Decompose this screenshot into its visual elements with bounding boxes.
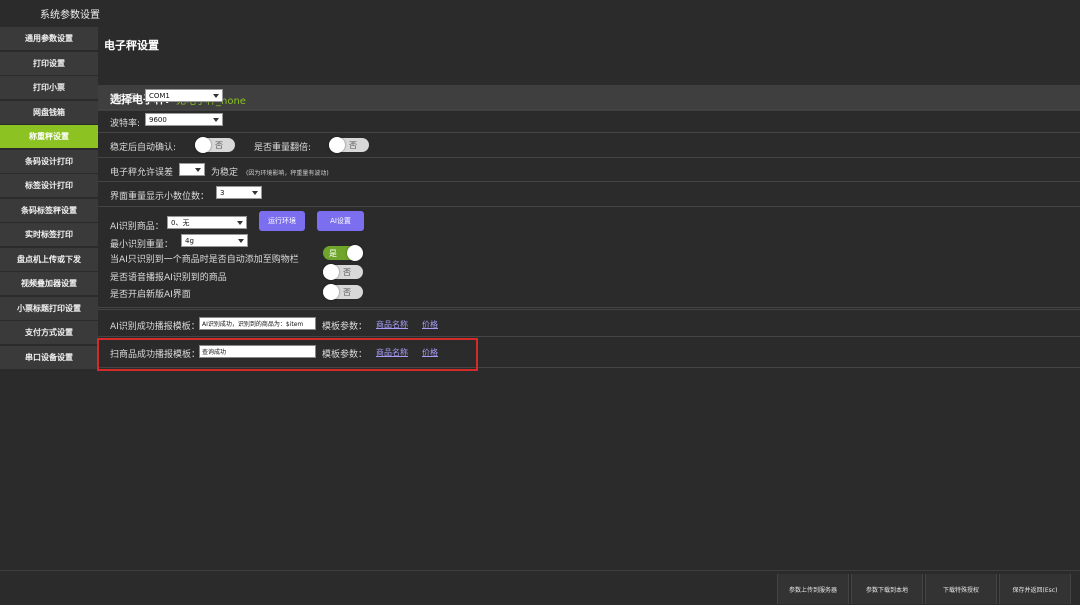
sidebar-item-video-overlay[interactable]: 视频叠加器设置: [0, 272, 98, 295]
chevron-down-icon: [252, 191, 258, 195]
ai-new-ui-toggle[interactable]: 否: [323, 284, 363, 300]
port-value: COM1: [149, 92, 170, 100]
toggle-knob: [195, 137, 211, 153]
toggle-knob: [329, 137, 345, 153]
sidebar-item-barcode-design[interactable]: 条码设计打印: [0, 149, 98, 173]
min-weight-dropdown[interactable]: 4g: [181, 234, 248, 247]
toggle-text: 否: [343, 288, 351, 297]
port-label: 端口号:: [110, 94, 141, 104]
chevron-down-icon: [195, 168, 201, 172]
chevron-down-icon: [213, 118, 219, 122]
tolerance-note: (因为环境影响，秤重量有波动): [246, 170, 329, 177]
ai-template-input[interactable]: AI识别成功，识别到的商品为：$item: [199, 317, 316, 330]
ai-template-label: AI识别成功播报模板：: [110, 322, 200, 332]
weight-flip-label: 是否重量翻倍:: [254, 143, 312, 153]
ai-new-ui-label: 是否开启新版AI界面: [110, 290, 191, 300]
weight-flip-toggle[interactable]: 否: [329, 137, 369, 153]
main-panel: 电子秤设置 选择电子秤: 无电子秤_none 端口号: COM1 波特率: 96…: [98, 27, 1080, 570]
ai-auto-add-label: 当AI只识别到一个商品时是否自动添加至购物栏: [110, 255, 299, 265]
baud-dropdown[interactable]: 9600: [145, 113, 223, 126]
tolerance-suffix: 为稳定: [211, 168, 239, 178]
min-weight-value: 4g: [185, 237, 194, 245]
stable-confirm-label: 稳定后自动确认:: [110, 143, 177, 153]
decimals-value: 3: [220, 189, 225, 197]
sidebar-item-cashbox[interactable]: 网盘钱箱: [0, 100, 98, 124]
sidebar-item-payment[interactable]: 支付方式设置: [0, 321, 98, 344]
sidebar-item-barcode-scale[interactable]: 条码标签秤设置: [0, 198, 98, 222]
window-title: 系统参数设置: [40, 10, 100, 21]
decimals-dropdown[interactable]: 3: [216, 186, 262, 199]
toggle-text: 否: [343, 268, 351, 277]
baud-label: 波特率:: [110, 119, 141, 129]
sidebar-item-realtime-label[interactable]: 实时标签打印: [0, 223, 98, 246]
sidebar: 通用参数设置 打印设置 打印小票 网盘钱箱 称重秤设置 条码设计打印 标签设计打…: [0, 27, 98, 370]
scan-template-input[interactable]: 查询成功: [199, 345, 316, 358]
toggle-knob: [347, 245, 363, 261]
toggle-text: 是: [329, 249, 337, 258]
chevron-down-icon: [213, 94, 219, 98]
ai-template-link-name[interactable]: 商品名称: [376, 319, 408, 330]
tolerance-label: 电子秤允许误差: [110, 168, 174, 178]
decimals-label: 界面重量显示小数位数：: [110, 192, 210, 202]
min-weight-label: 最小识别重量：: [110, 240, 174, 250]
sidebar-item-label-design[interactable]: 标签设计打印: [0, 174, 98, 197]
toggle-knob: [323, 284, 339, 300]
ai-auto-add-toggle[interactable]: 是: [323, 245, 363, 261]
port-dropdown[interactable]: COM1: [145, 89, 223, 102]
save-return-button[interactable]: 保存并返回(Esc): [999, 574, 1071, 604]
row-stable: [98, 133, 1080, 158]
download-params-button[interactable]: 参数下载到本地: [851, 574, 923, 604]
ai-recognize-dropdown[interactable]: 0、无: [167, 216, 247, 229]
ai-voice-toggle[interactable]: 否: [323, 264, 363, 280]
toggle-knob: [323, 264, 339, 280]
footer-bar: 参数上传到服务器 参数下载到本地 下载特殊授权 保存并返回(Esc): [0, 570, 1080, 605]
toggle-text: 否: [215, 141, 223, 150]
run-env-button[interactable]: 运行环境: [259, 211, 305, 231]
chevron-down-icon: [238, 239, 244, 243]
sidebar-item-receipt-title[interactable]: 小票标题打印设置: [0, 296, 98, 320]
tolerance-dropdown[interactable]: [179, 163, 205, 176]
sidebar-item-serial[interactable]: 串口设备设置: [0, 345, 98, 369]
sidebar-item-general[interactable]: 通用参数设置: [0, 27, 98, 50]
title-bar: 系统参数设置: [0, 0, 1080, 26]
row-port: [98, 85, 1080, 105]
sidebar-item-print[interactable]: 打印设置: [0, 51, 98, 75]
upload-params-button[interactable]: 参数上传到服务器: [777, 574, 849, 604]
scan-template-link-name[interactable]: 商品名称: [376, 347, 408, 358]
sidebar-item-inventory[interactable]: 盘点机上传或下发: [0, 247, 98, 271]
chevron-down-icon: [237, 221, 243, 225]
page-title: 电子秤设置: [104, 39, 159, 52]
ai-template-params-label: 模板参数：: [322, 322, 368, 332]
ai-voice-label: 是否语音播报AI识别到的商品: [110, 273, 227, 283]
sidebar-item-receipt[interactable]: 打印小票: [0, 76, 98, 99]
ai-settings-button[interactable]: AI设置: [317, 211, 364, 231]
row-baud: [98, 109, 1080, 133]
baud-value: 9600: [149, 116, 167, 124]
sidebar-item-scale[interactable]: 称重秤设置: [0, 125, 98, 148]
toggle-text: 否: [349, 141, 357, 150]
ai-template-link-price[interactable]: 价格: [422, 319, 438, 330]
scan-template-params-label: 模板参数：: [322, 350, 368, 360]
stable-confirm-toggle[interactable]: 否: [195, 137, 235, 153]
ai-recognize-label: AI识别商品：: [110, 222, 164, 232]
scan-template-label: 扫商品成功播报模板：: [110, 350, 201, 360]
download-license-button[interactable]: 下载特殊授权: [925, 574, 997, 604]
ai-recognize-value: 0、无: [171, 219, 190, 227]
scan-template-link-price[interactable]: 价格: [422, 347, 438, 358]
